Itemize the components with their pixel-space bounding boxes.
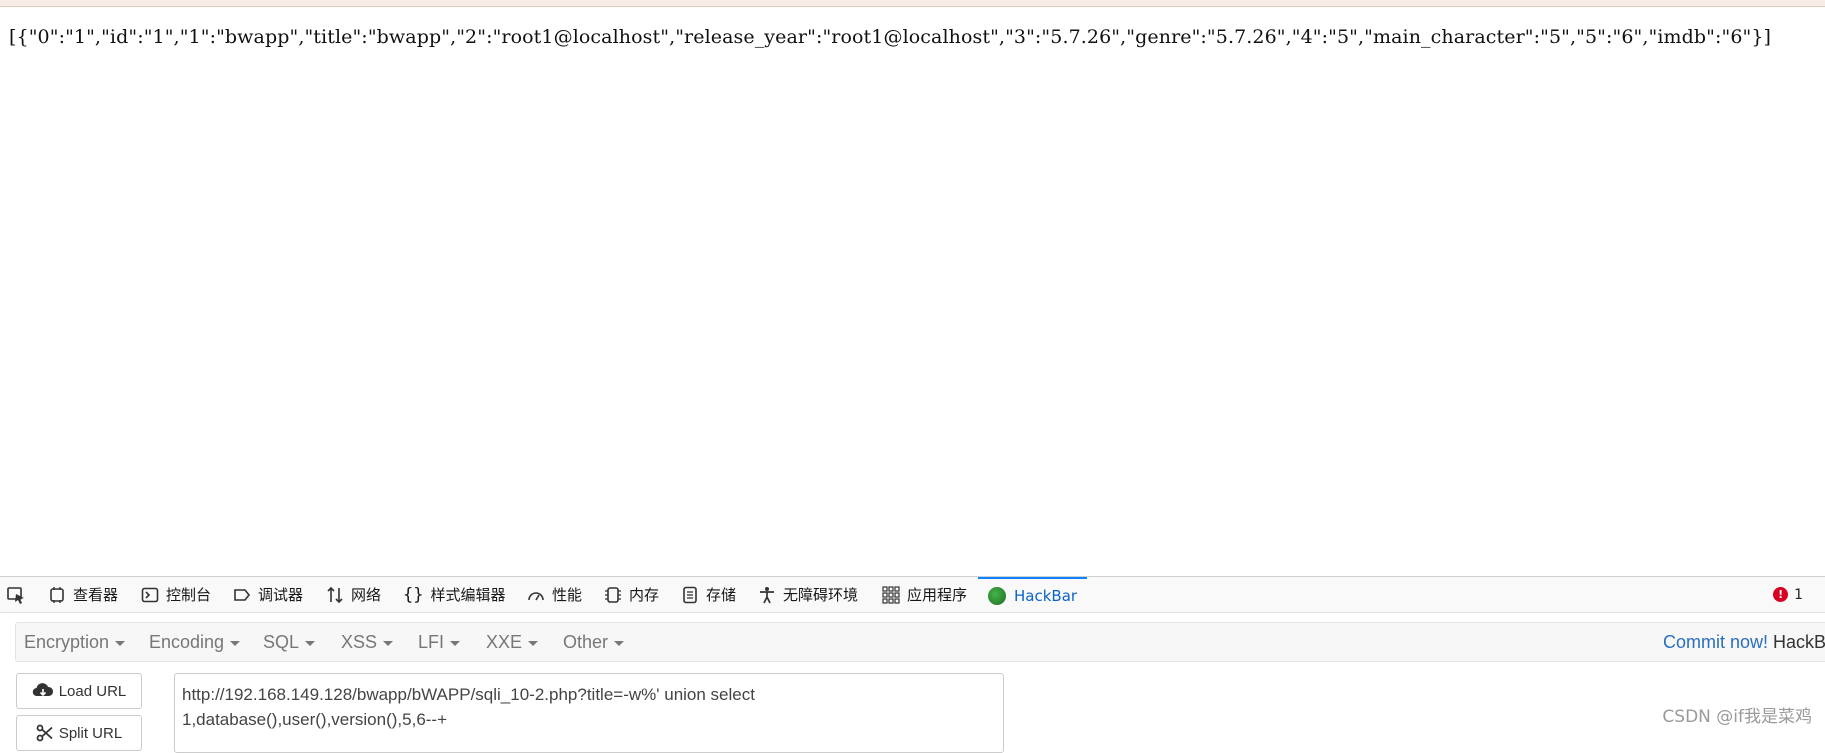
menu-encryption[interactable]: Encryption [24,623,126,661]
json-response-text: [{"0":"1","id":"1","1":"bwapp","title":"… [9,26,1772,48]
devtools-panel: 查看器 控制台 调试器 网络 {} 样式编辑器 性能 内存 存储 无障碍环境 应… [0,576,1825,753]
tab-inspector-label: 查看器 [73,586,119,604]
tab-memory[interactable]: 内存 [604,577,659,612]
tab-storage-label: 存储 [706,586,737,604]
error-count: 1 [1794,586,1803,603]
tab-application[interactable]: 应用程序 [882,577,967,612]
commit-now-link[interactable]: Commit now! [1663,632,1768,653]
split-url-button[interactable]: Split URL [16,715,142,751]
commit-area: Commit now! HackB [1663,623,1825,661]
error-counter[interactable]: ! 1 [1773,577,1803,612]
caret-down-icon [305,640,316,646]
tab-style-editor[interactable]: {} 样式编辑器 [403,577,506,612]
load-url-button[interactable]: Load URL [16,673,142,709]
caret-down-icon [450,640,461,646]
style-editor-icon: {} [403,584,424,605]
menu-encoding[interactable]: Encoding [149,623,241,661]
tab-style-editor-label: 样式编辑器 [430,586,506,604]
menu-sql-label: SQL [263,631,300,652]
tab-performance-label: 性能 [552,586,583,604]
browser-top-strip [0,0,1825,7]
menu-lfi-label: LFI [418,631,445,652]
menu-xss-label: XSS [341,631,378,652]
tab-console-label: 控制台 [166,586,212,604]
hackbar-menubar: Encryption Encoding SQL XSS LFI XXE Othe… [15,622,1825,662]
tab-debugger-label: 调试器 [258,586,304,604]
accessibility-icon [760,586,774,603]
csdn-watermark: CSDN @if我是菜鸡 [1662,707,1812,727]
tab-memory-label: 内存 [629,586,660,604]
element-picker-icon[interactable] [6,585,26,605]
tab-debugger[interactable]: 调试器 [233,577,303,612]
tab-accessibility-label: 无障碍环境 [783,586,859,604]
menu-other-label: Other [563,631,609,652]
url-textarea[interactable]: http://192.168.149.128/bwapp/bWAPP/sqli_… [174,673,1004,753]
menu-xss[interactable]: XSS [341,623,394,661]
tab-hackbar[interactable]: HackBar [978,577,1088,612]
menu-sql[interactable]: SQL [263,623,316,661]
network-icon [327,586,343,603]
menu-encoding-label: Encoding [149,631,225,652]
application-icon [882,585,900,604]
tab-performance[interactable]: 性能 [527,577,582,612]
console-icon [141,587,159,602]
error-icon: ! [1773,587,1789,602]
tab-network-label: 网络 [351,586,382,604]
commit-trailing-text: HackB [1772,631,1825,652]
menu-encryption-label: Encryption [24,631,110,652]
caret-down-icon [115,640,126,646]
load-url-label: Load URL [58,682,127,700]
debugger-icon [234,588,251,601]
scissors-icon [36,724,53,742]
devtools-tabbar: 查看器 控制台 调试器 网络 {} 样式编辑器 性能 内存 存储 无障碍环境 应… [0,577,1825,613]
memory-icon [605,586,621,603]
tab-accessibility[interactable]: 无障碍环境 [758,577,858,612]
caret-down-icon [230,640,241,646]
performance-icon [528,591,544,600]
tab-console[interactable]: 控制台 [141,577,211,612]
menu-xxe[interactable]: XXE [486,623,539,661]
hackbar-icon [988,586,1006,605]
menu-other[interactable]: Other [563,623,625,661]
storage-icon [683,586,697,603]
menu-xxe-label: XXE [486,631,523,652]
caret-down-icon [614,640,625,646]
tab-hackbar-label: HackBar [1014,586,1078,605]
tab-application-label: 应用程序 [907,586,968,604]
menu-lfi[interactable]: LFI [418,623,461,661]
tab-inspector[interactable]: 查看器 [48,577,118,612]
caret-down-icon [528,640,539,646]
cloud-download-icon [32,683,53,697]
tab-network[interactable]: 网络 [326,577,381,612]
inspector-icon [50,586,64,603]
tab-storage[interactable]: 存储 [681,577,736,612]
caret-down-icon [383,640,394,646]
